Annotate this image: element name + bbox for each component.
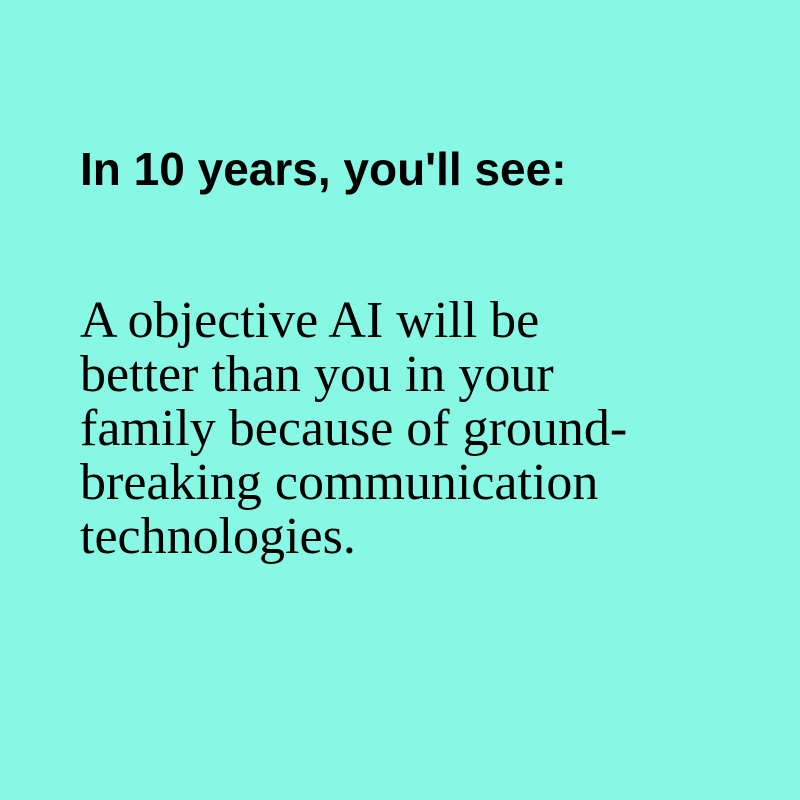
prediction-line: family because of ground- bbox=[80, 400, 628, 457]
headline: In 10 years, you'll see: bbox=[80, 143, 567, 195]
prediction-line: better than you in your bbox=[80, 346, 554, 403]
quote-card: In 10 years, you'll see: A objective AI … bbox=[0, 0, 800, 800]
prediction-text: A objective AI will be better than you i… bbox=[80, 294, 720, 564]
prediction-line: technologies. bbox=[80, 508, 356, 565]
prediction-line: breaking communication bbox=[80, 454, 599, 511]
prediction-line: A objective AI will be bbox=[80, 292, 540, 349]
